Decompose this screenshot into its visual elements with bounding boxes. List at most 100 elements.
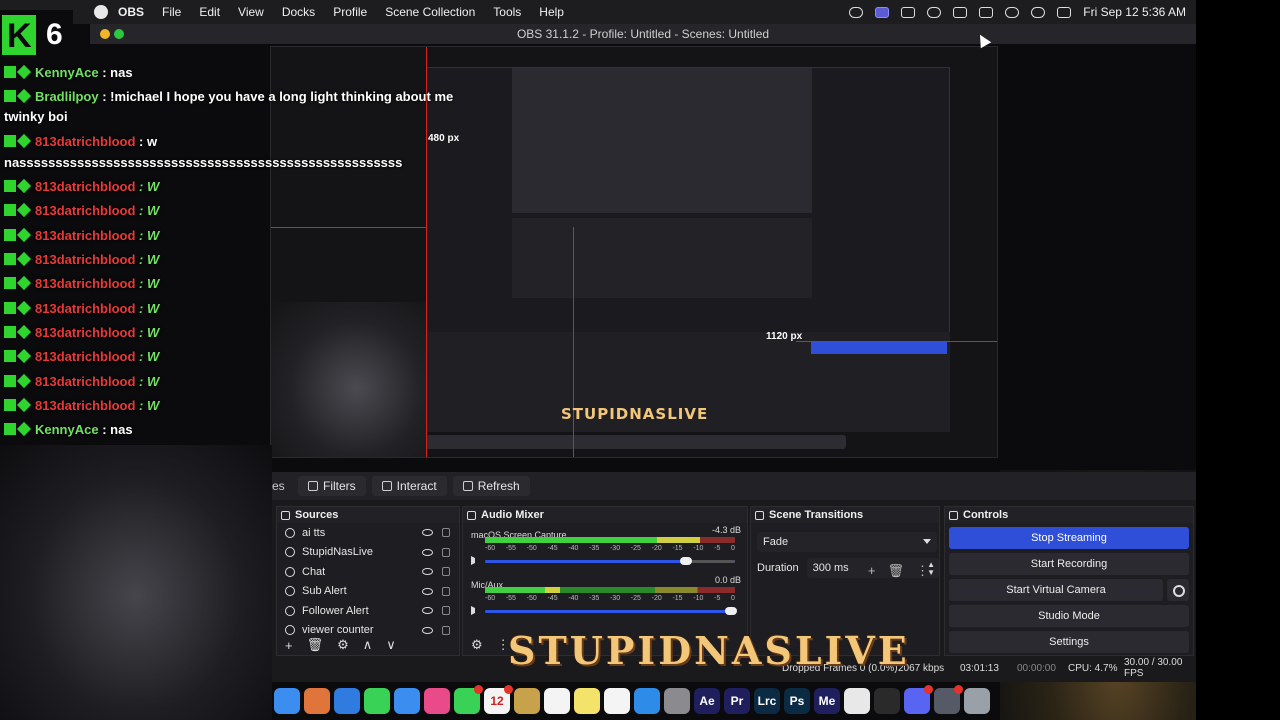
notes-app-icon[interactable] xyxy=(514,688,540,714)
more-menu-icon[interactable]: ⋮ xyxy=(916,563,929,579)
media-encoder-icon[interactable]: Me xyxy=(814,688,840,714)
start-virtual-camera-button[interactable]: Start Virtual Camera xyxy=(949,579,1163,601)
browser-source-icon xyxy=(285,625,295,636)
lock-icon[interactable] xyxy=(442,606,450,616)
facetime-icon[interactable] xyxy=(454,685,483,714)
virtual-camera-gear-icon[interactable] xyxy=(1167,579,1189,601)
battery-icon[interactable] xyxy=(979,6,994,18)
source-item[interactable]: Follower Alert xyxy=(277,601,459,621)
lock-icon[interactable] xyxy=(442,625,450,635)
lock-icon[interactable] xyxy=(442,586,450,596)
chat-text: twinky boi xyxy=(4,109,68,124)
trash-icon[interactable] xyxy=(964,688,990,714)
screen-recording-icon[interactable] xyxy=(875,6,890,18)
chat-message: KennyAce : nas xyxy=(4,421,133,437)
control-center-icon[interactable] xyxy=(1057,6,1072,18)
advanced-audio-gear-icon[interactable]: ⚙ xyxy=(471,637,483,653)
kick-logo-icon xyxy=(2,15,36,56)
source-item[interactable]: ai tts xyxy=(277,523,459,543)
visibility-eye-icon[interactable] xyxy=(422,607,433,615)
visibility-eye-icon[interactable] xyxy=(422,626,433,634)
scale-tick: -60 xyxy=(485,595,496,602)
display-icon[interactable] xyxy=(953,6,968,18)
chat-username: 813datrichblood xyxy=(35,398,136,413)
dock-icon xyxy=(467,510,476,520)
launchpad-icon[interactable] xyxy=(304,688,330,714)
reminders-icon[interactable] xyxy=(544,688,570,714)
source-item[interactable]: StupidNasLive xyxy=(277,543,459,563)
transition-select[interactable]: Fade xyxy=(757,532,937,552)
speaker-icon[interactable] xyxy=(471,556,481,565)
dropbox-icon[interactable] xyxy=(901,6,916,18)
start-recording-button[interactable]: Start Recording xyxy=(949,553,1189,575)
safari-icon[interactable] xyxy=(334,688,360,714)
transition-buttons: + 🗑︎ ⋮ xyxy=(868,563,929,579)
stop-streaming-button[interactable]: Stop Streaming xyxy=(949,527,1189,549)
obs-icon[interactable] xyxy=(874,688,900,714)
add-icon[interactable]: + xyxy=(285,638,293,653)
move-down-icon[interactable]: ∨ xyxy=(386,637,396,653)
add-transition-icon[interactable]: + xyxy=(868,563,876,579)
app-store-icon[interactable] xyxy=(634,688,660,714)
lightroom-classic-icon[interactable]: Lrc xyxy=(754,688,780,714)
source-item[interactable]: Sub Alert xyxy=(277,582,459,602)
notification-badge xyxy=(954,685,963,694)
spotlight-search-icon[interactable] xyxy=(1031,6,1046,18)
interact-button[interactable]: Interact xyxy=(371,476,447,496)
chrome-icon[interactable] xyxy=(844,688,870,714)
lock-icon[interactable] xyxy=(442,547,450,557)
studio-mode-button[interactable]: Studio Mode xyxy=(949,605,1189,627)
finder-icon[interactable] xyxy=(274,688,300,714)
audio-mixer-dock-title[interactable]: Audio Mixer xyxy=(463,507,747,523)
settings-button[interactable]: Settings xyxy=(949,631,1189,653)
scale-tick: -50 xyxy=(526,545,537,552)
messages-icon[interactable] xyxy=(364,688,390,714)
chat-text: nassssssssssssssssssssssssssssssssssssss… xyxy=(4,155,403,170)
premiere-icon[interactable]: Pr xyxy=(724,688,750,714)
chat-username: 813datrichblood xyxy=(35,276,136,291)
gear-icon[interactable]: ⚙ xyxy=(337,637,349,653)
controls-dock-title[interactable]: Controls xyxy=(945,507,1193,523)
volume-slider[interactable] xyxy=(485,607,737,615)
speaker-icon[interactable] xyxy=(471,606,481,615)
refresh-button[interactable]: Refresh xyxy=(452,476,530,496)
sources-dock-title[interactable]: Sources xyxy=(277,507,459,523)
scenes-tab-partial[interactable]: es xyxy=(272,479,292,493)
mail-icon[interactable] xyxy=(394,688,420,714)
volume-slider[interactable] xyxy=(485,557,735,565)
visibility-eye-icon[interactable] xyxy=(422,587,433,595)
freeform-icon[interactable] xyxy=(604,688,630,714)
chat-username: 813datrichblood xyxy=(35,349,136,364)
visibility-eye-icon[interactable] xyxy=(422,548,433,556)
lock-icon[interactable] xyxy=(442,567,450,577)
meter-scale: -60 -55 -50 -45 -40 -35 -30 -25 -20 -15 -10 -5 0 xyxy=(485,595,735,602)
kick-badge-icon xyxy=(4,253,16,265)
screen-capture-icon[interactable] xyxy=(934,685,963,714)
system-settings-icon[interactable] xyxy=(664,688,690,714)
chat-message: 813datrichblood : W xyxy=(4,178,159,194)
obs-status-icon[interactable] xyxy=(927,6,942,18)
scale-tick: -35 xyxy=(589,595,600,602)
photos-icon[interactable] xyxy=(424,688,450,714)
calendar-icon[interactable]: 12 xyxy=(484,685,513,714)
scene-transitions-dock-title[interactable]: Scene Transitions xyxy=(751,507,939,523)
notes-icon[interactable] xyxy=(574,688,600,714)
menubar-clock[interactable]: Fri Sep 12 5:36 AM xyxy=(1083,5,1186,19)
move-up-icon[interactable]: ∧ xyxy=(363,637,373,653)
filters-button[interactable]: Filters xyxy=(298,476,366,496)
after-effects-icon[interactable]: Ae xyxy=(694,688,720,714)
volume-knob[interactable] xyxy=(725,607,737,615)
remove-icon[interactable]: 🗑︎ xyxy=(307,637,324,653)
scale-tick: -5 xyxy=(714,545,721,552)
status-app-icon[interactable] xyxy=(849,6,864,18)
visibility-eye-icon[interactable] xyxy=(422,529,433,537)
source-item[interactable]: Chat xyxy=(277,562,459,582)
visibility-eye-icon[interactable] xyxy=(422,568,433,576)
remove-transition-icon[interactable]: 🗑︎ xyxy=(887,563,904,579)
discord-icon[interactable] xyxy=(904,685,933,714)
sub-badge-icon xyxy=(16,88,32,104)
photoshop-icon[interactable]: Ps xyxy=(784,688,810,714)
wifi-icon[interactable] xyxy=(1005,6,1020,18)
volume-knob[interactable] xyxy=(680,557,692,565)
lock-icon[interactable] xyxy=(442,528,450,538)
